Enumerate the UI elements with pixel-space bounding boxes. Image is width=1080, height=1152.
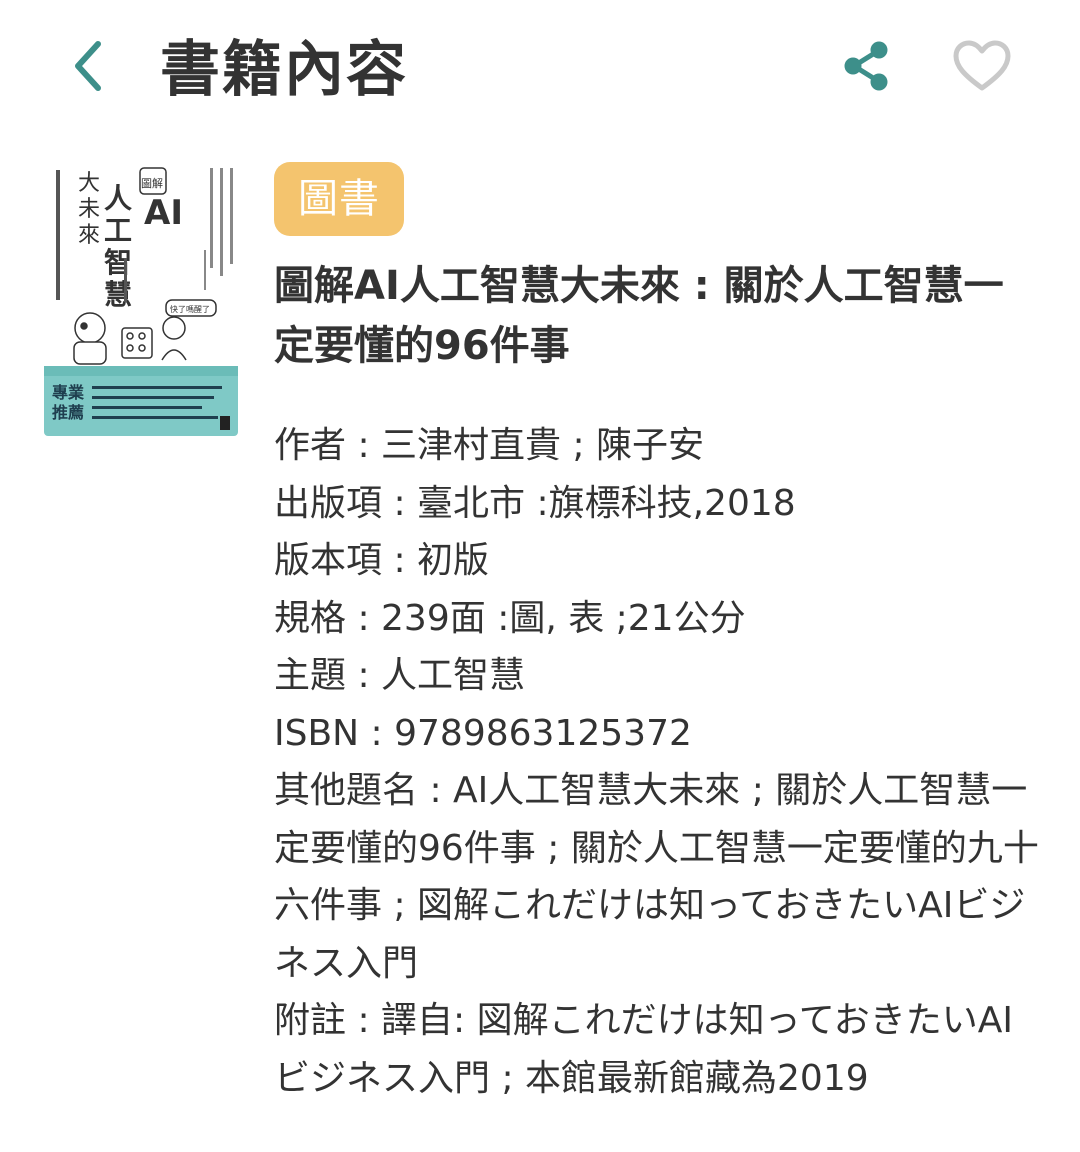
cover-subtitle-char: 未 [78,197,100,222]
book-title: 圖解AI人工智慧大未來 : 關於人工智慧一定要懂的96件事 [274,263,1004,369]
cover-banner-label: 推薦 [52,403,84,422]
meta-label: ISBN [274,712,360,754]
meta-row-isbn: ISBN : 9789863125372 [274,712,692,754]
cover-banner-label: 專業 [52,383,85,402]
meta-label: 出版項 [274,482,383,524]
meta-label: 作者 [274,425,347,466]
cover-subtitle-char: 大 [78,171,100,196]
meta-row-edition: 版本項 : 初版 [274,540,490,581]
meta-value: 三津村直貴 ; 陳子安 [381,425,705,466]
meta-row-subject: 主題 : 人工智慧 [274,655,526,696]
meta-row-other-titles: 其他題名 : AI人工智慧大未來 ; 關於人工智慧一定要懂的96件事 ; 關於人… [274,770,1039,984]
meta-label: 其他題名 [274,770,419,811]
meta-label: 主題 [274,655,347,696]
book-cover-art: 圖解 AI 人 工 智 慧 大 未 來 快了嗎醒了 專業 推薦 [44,160,238,436]
meta-label: 附註 [274,1000,347,1041]
meta-label: 規格 [274,597,347,639]
book-cover-image: 圖解 AI 人 工 智 慧 大 未 來 快了嗎醒了 專業 推薦 [44,160,238,436]
app-header: 書籍內容 [0,0,1080,140]
meta-row-author: 作者 : 三津村直貴 ; 陳子安 [274,425,705,466]
book-metadata: 作者 : 三津村直貴 ; 陳子安 出版項 : 臺北市 :旗標科技,2018 版本… [274,417,1044,1107]
cover-title-char: 工 [104,214,132,247]
cover-ai-text: AI [144,193,183,233]
cover-title-char: 慧 [104,278,132,311]
favorite-button[interactable] [950,34,1014,98]
cover-subtitle-char: 來 [78,223,100,248]
meta-value: 9789863125372 [394,712,692,754]
meta-value: 239面 :圖, 表 ;21公分 [381,597,746,639]
chevron-left-icon [75,41,101,91]
page-title: 書籍內容 [160,35,408,105]
cover-bubble-text: 快了嗎醒了 [170,304,210,314]
cover-title-char: 智 [104,246,132,279]
meta-row-format: 規格 : 239面 :圖, 表 ;21公分 [274,597,746,639]
meta-value: 初版 [417,540,490,581]
meta-row-notes: 附註 : 譯自: 図解これだけは知っておきたいAIビジネス入門 ; 本館最新館藏… [274,1000,1013,1099]
cover-series-text: 圖解 [141,176,163,190]
share-icon [844,41,888,91]
book-type-badge: 圖書 [274,162,404,236]
heart-outline-icon [953,40,1011,91]
back-button[interactable] [58,36,118,96]
meta-value: 臺北市 :旗標科技,2018 [417,482,796,524]
meta-value: 譯自: 図解これだけは知っておきたいAIビジネス入門 ; 本館最新館藏為2019 [274,1000,1013,1099]
meta-row-publisher: 出版項 : 臺北市 :旗標科技,2018 [274,482,796,524]
meta-value: 人工智慧 [381,655,526,696]
meta-label: 版本項 [274,540,383,581]
cover-title-char: 人 [104,182,132,215]
share-button[interactable] [836,36,896,96]
